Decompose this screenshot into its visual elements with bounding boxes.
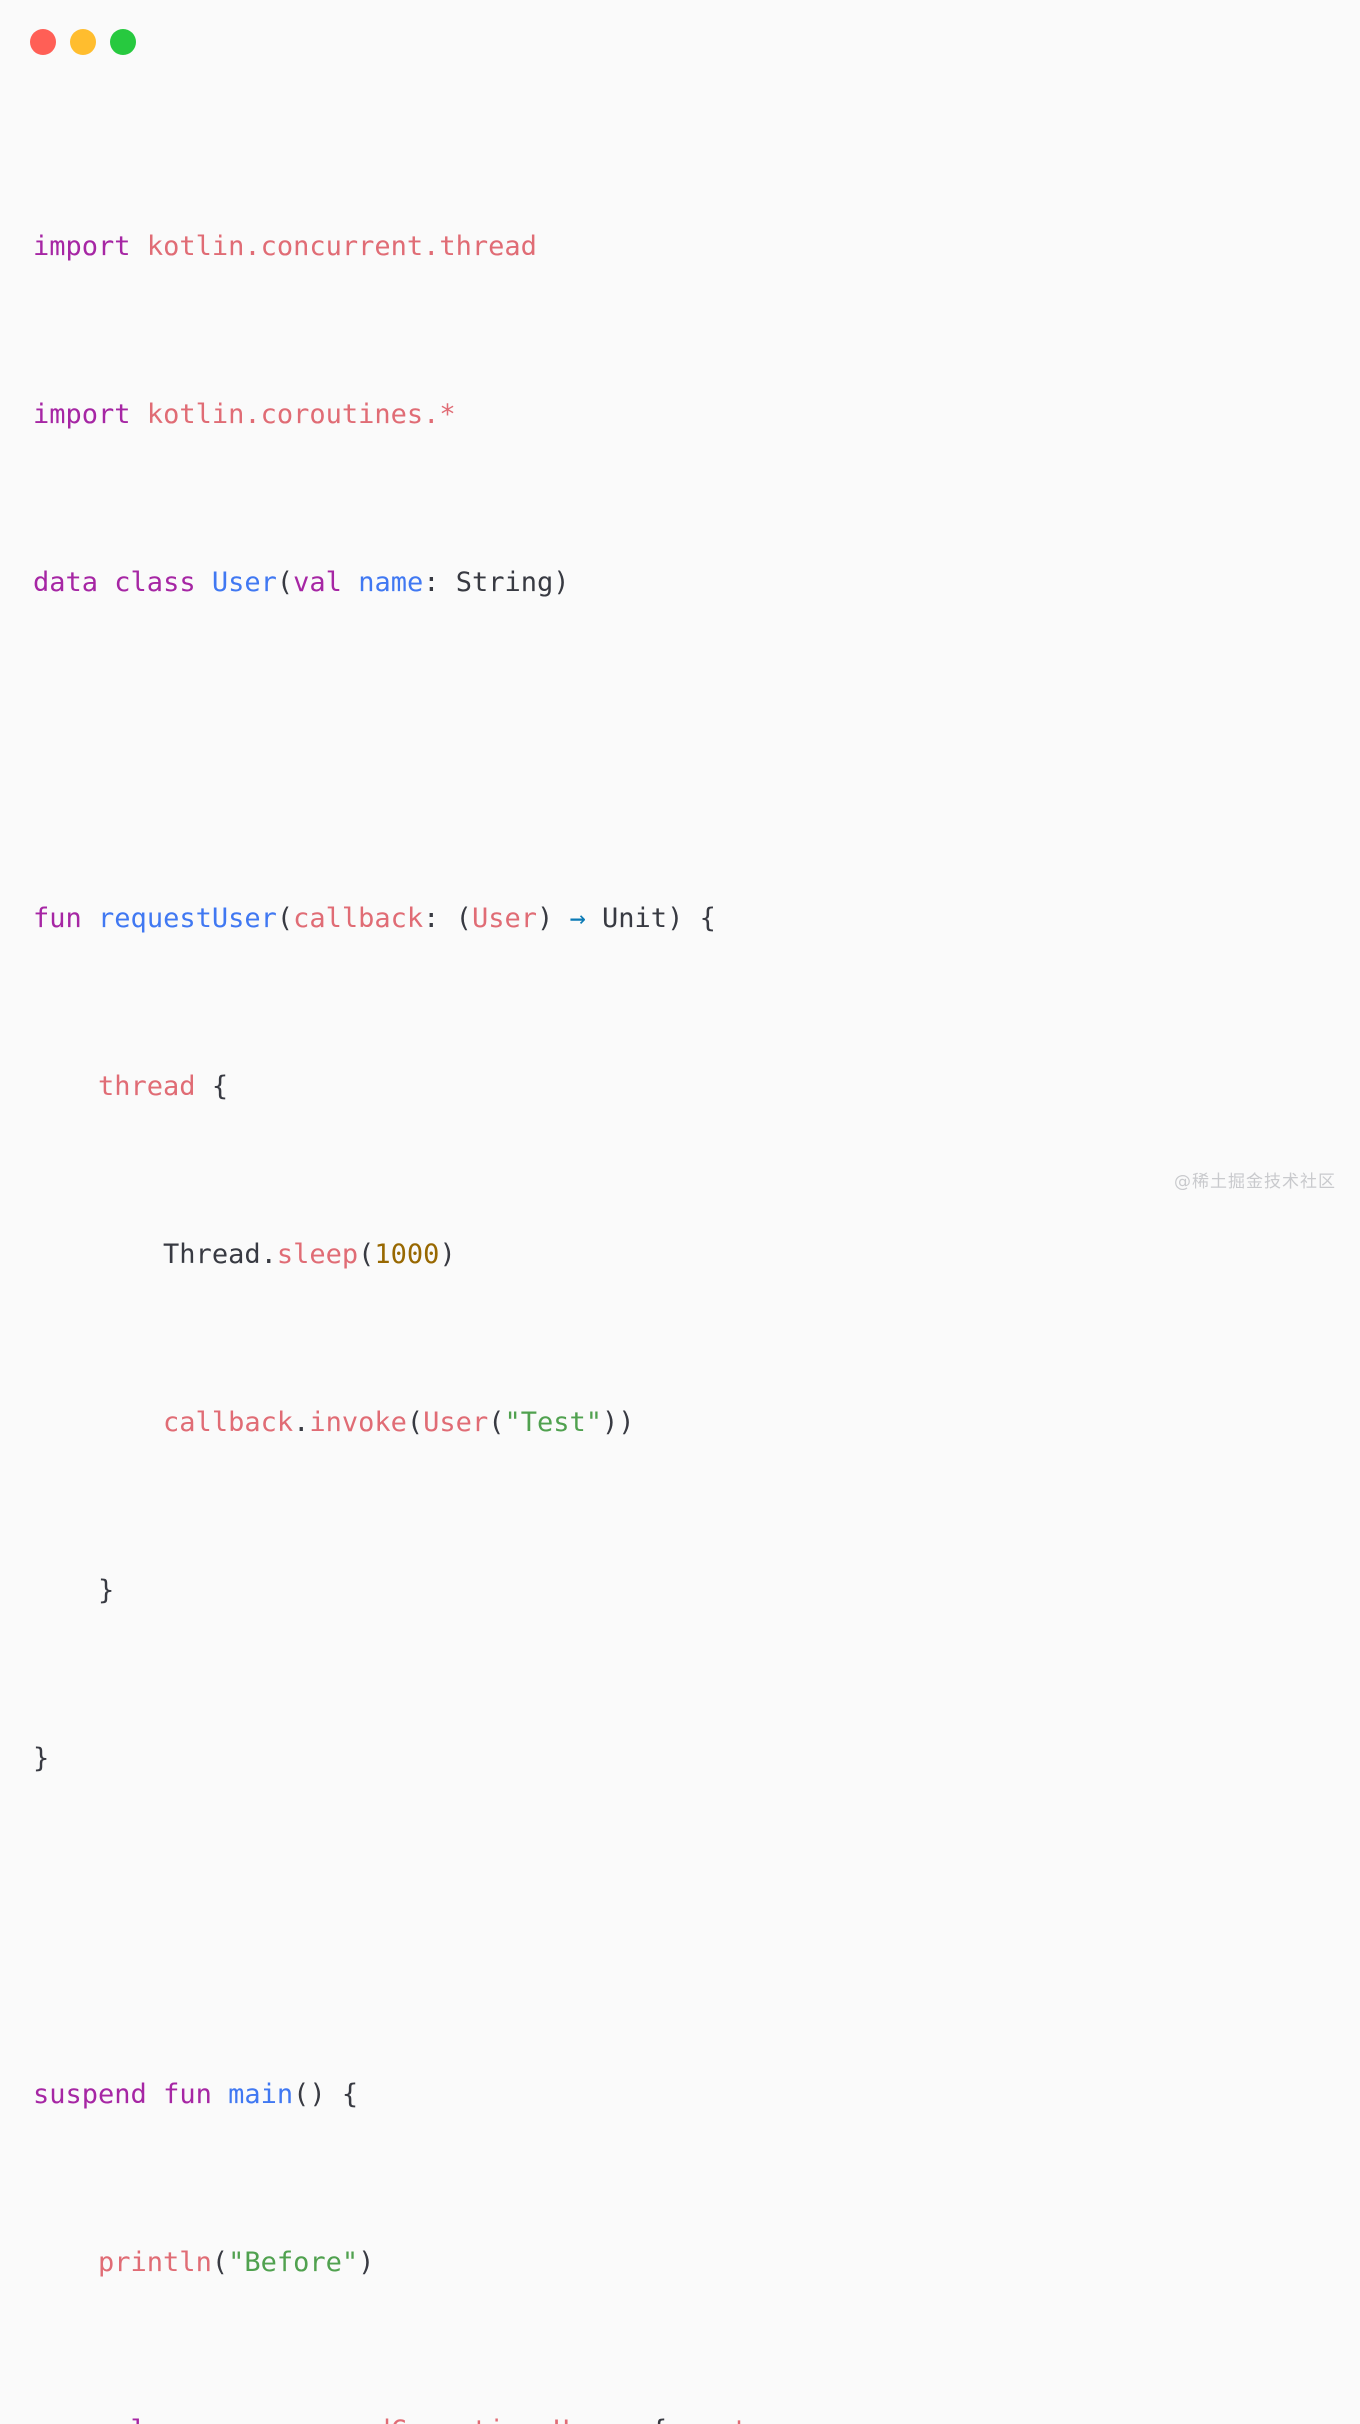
token-keyword-import: import <box>33 399 131 430</box>
token-keyword-fun: fun <box>163 2079 212 2110</box>
code-line-8: callback.invoke(User("Test")) <box>163 1407 635 1438</box>
minimize-button[interactable] <box>70 29 96 55</box>
token-function-suspendcoroutine: suspendCoroutine <box>277 2415 537 2424</box>
token-package-path: kotlin.concurrent.thread <box>146 231 537 262</box>
code-line-11-blank <box>33 1906 1360 1948</box>
token-number-1000: 1000 <box>374 1239 440 1270</box>
code-line-5: fun requestUser(callback: (User) → Unit)… <box>33 903 716 934</box>
token-keyword-class: class <box>114 567 196 598</box>
token-param-callback: callback <box>293 903 424 934</box>
code-line-9: } <box>33 1575 115 1606</box>
maximize-button[interactable] <box>110 29 136 55</box>
token-type-unit: Unit <box>602 903 668 934</box>
token-function-requestuser: requestUser <box>98 903 277 934</box>
window-titlebar <box>0 0 1360 84</box>
token-function-sleep: sleep <box>276 1239 359 1270</box>
code-line-6: thread { <box>98 1071 229 1102</box>
token-function-thread: thread <box>98 1071 196 1102</box>
code-line-2: import kotlin.coroutines.* <box>33 394 1360 436</box>
token-type-string: String <box>455 567 554 598</box>
token-param-name: name <box>358 567 424 598</box>
token-angle-close: > <box>618 2415 634 2424</box>
code-line-3: data class User(val name: String) <box>33 567 570 598</box>
code-line-7: Thread.sleep(1000) <box>163 1239 456 1270</box>
token-function-invoke: invoke <box>309 1407 407 1438</box>
code-screenshot-window: import kotlin.concurrent.thread import k… <box>0 0 1360 2424</box>
token-keyword-fun: fun <box>33 903 82 934</box>
token-keyword-val: val <box>293 567 342 598</box>
token-generic-user: User <box>553 2415 618 2424</box>
token-type-user: User <box>423 1407 489 1438</box>
token-function-main: main <box>228 2079 294 2110</box>
token-angle-open: < <box>537 2415 553 2424</box>
token-package-path: kotlin.coroutines.* <box>146 399 456 430</box>
token-keyword-suspend: suspend <box>33 2079 147 2110</box>
close-button[interactable] <box>30 29 56 55</box>
token-keyword-val: val <box>98 2415 147 2424</box>
code-block: import kotlin.concurrent.thread import k… <box>33 100 1360 2424</box>
watermark: @稀土掘金技术社区 <box>1174 1172 1336 1192</box>
arrow-icon: → <box>569 903 586 934</box>
token-receiver-callback: callback <box>163 1407 294 1438</box>
token-type-user: User <box>211 567 277 598</box>
token-variable-user: user <box>163 2415 228 2424</box>
token-type-user: User <box>471 903 537 934</box>
code-line-10: } <box>33 1743 50 1774</box>
code-line-4-blank <box>33 730 1360 772</box>
token-keyword-import: import <box>33 231 131 262</box>
code-line-1: import kotlin.concurrent.thread <box>33 226 1360 268</box>
token-operator-equals: = <box>244 2415 260 2424</box>
token-lambda-param-cont: cont <box>683 2415 748 2424</box>
token-keyword-data: data <box>33 567 99 598</box>
token-string-before: "Before" <box>228 2247 359 2278</box>
code-line-13: println("Before") <box>98 2247 375 2278</box>
code-line-14: val user = suspendCoroutine<User> { cont… <box>33 2410 1360 2424</box>
code-line-12: suspend fun main() { <box>33 2079 359 2110</box>
token-type-thread: Thread <box>163 1239 261 1270</box>
token-string-test: "Test" <box>504 1407 603 1438</box>
token-function-println: println <box>98 2247 212 2278</box>
arrow-icon: → <box>765 2415 781 2424</box>
